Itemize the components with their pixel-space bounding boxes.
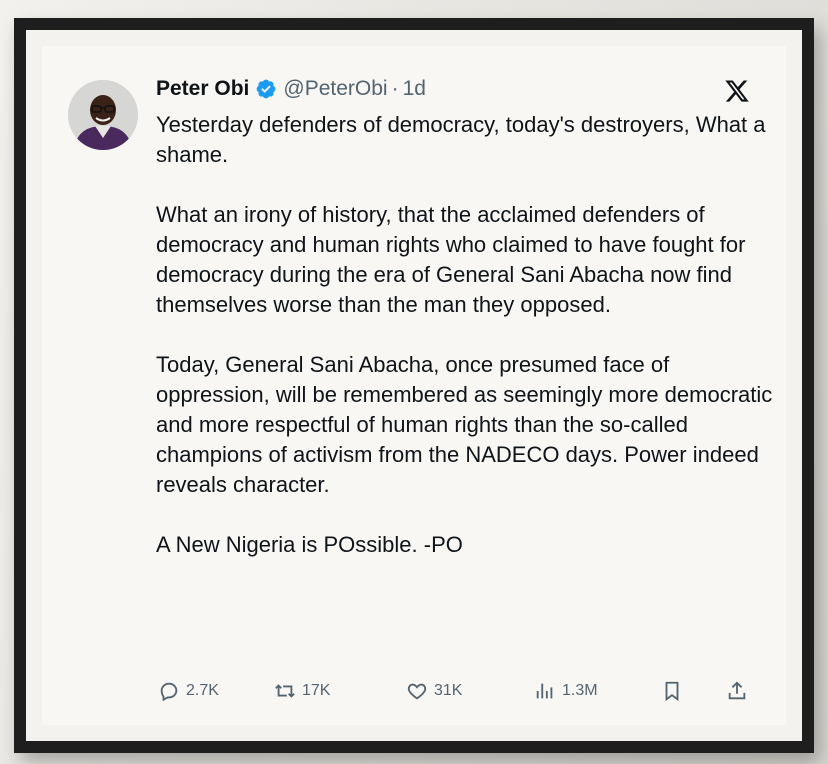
avatar[interactable] [68,80,138,150]
post-time[interactable]: 1d [403,77,426,101]
views-button[interactable]: 1.3M [534,676,598,706]
reply-button[interactable]: 2.7K [158,676,219,706]
repost-button[interactable]: 17K [274,676,330,706]
views-icon [536,683,553,699]
tweet-paragraph: A New Nigeria is POssible. -PO [156,532,463,557]
repost-icon [275,684,295,698]
like-button[interactable]: 31K [406,676,462,706]
share-icon [728,681,746,700]
heart-icon [407,683,427,700]
tweet-paragraph: Yesterday defenders of democracy, today'… [156,112,766,167]
bookmark-button[interactable] [661,676,683,706]
reply-count: 2.7K [186,682,219,699]
bookmark-icon [665,681,679,702]
share-button[interactable] [726,676,748,706]
x-logo-icon [724,78,750,104]
tweet-body: Yesterday defenders of democracy, today'… [156,110,776,560]
tweet-paragraph: Today, General Sani Abacha, once presume… [156,352,773,497]
tweet-paragraph: What an irony of history, that the accla… [156,202,746,317]
verified-badge-icon [255,78,277,100]
like-count: 31K [434,682,463,699]
repost-count: 17K [302,682,331,699]
views-count: 1.3M [562,682,598,699]
author-handle[interactable]: @PeterObi [283,77,387,101]
reply-icon [160,682,178,702]
separator-dot: · [391,77,399,100]
author-name[interactable]: Peter Obi [156,77,249,101]
tweet-header: Peter Obi @PeterObi · 1d [156,74,426,104]
avatar-portrait [68,80,138,150]
action-bar: 2.7K 17K 31K 1.3M [156,676,756,706]
